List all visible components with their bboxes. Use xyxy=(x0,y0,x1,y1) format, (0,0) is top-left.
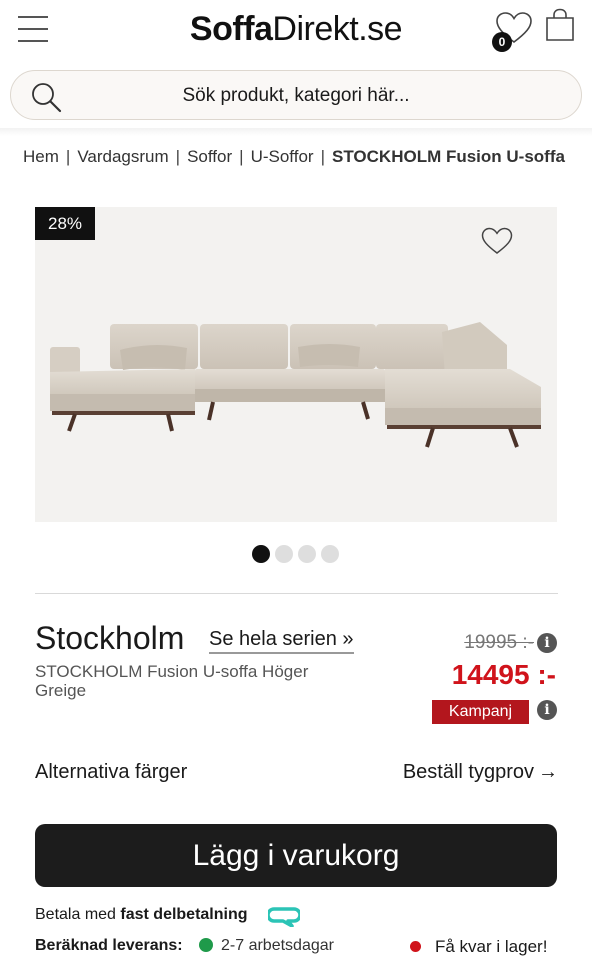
delivery-time: 2-7 arbetsdagar xyxy=(221,937,334,954)
logo-light-text: Direkt.se xyxy=(272,10,403,48)
stock-status: Få kvar i lager! xyxy=(435,937,548,956)
breadcrumb-item-vardagsrum[interactable]: Vardagsrum xyxy=(77,147,168,166)
payment-prefix: Betala med xyxy=(35,906,121,923)
wishlist-button[interactable]: 0 xyxy=(492,8,532,52)
carousel-dot[interactable] xyxy=(321,545,339,563)
breadcrumb-current: STOCKHOLM Fusion U-soffa Höger Greige xyxy=(332,147,568,166)
logo-bold-text: Soffa xyxy=(189,10,273,48)
breadcrumb-item-u-soffor[interactable]: U-Soffor xyxy=(251,147,314,166)
discount-badge: 28% xyxy=(35,207,95,240)
installment-icon xyxy=(268,907,300,927)
search-bar[interactable]: Sök produkt, kategori här... xyxy=(10,70,582,120)
old-price: 19995 :- xyxy=(464,632,534,653)
stock-status-dot xyxy=(410,941,421,952)
carousel-dot[interactable] xyxy=(298,545,316,563)
breadcrumb-separator: | xyxy=(320,147,325,166)
payment-method[interactable]: fast delbetalning xyxy=(120,906,247,923)
header-divider xyxy=(0,128,592,136)
shopping-bag-icon[interactable] xyxy=(544,8,576,42)
wishlist-count-badge: 0 xyxy=(492,32,512,52)
breadcrumb-separator: | xyxy=(65,147,71,166)
breadcrumb-item-soffor[interactable]: Soffor xyxy=(187,147,232,166)
fabric-sample-label: Beställ tygprov xyxy=(402,761,534,783)
delivery-label: Beräknad leverans: xyxy=(35,937,183,954)
search-placeholder[interactable]: Sök produkt, kategori här... xyxy=(11,85,581,107)
section-divider xyxy=(35,593,558,594)
breadcrumb-separator: | xyxy=(175,147,181,166)
heart-outline-icon[interactable] xyxy=(480,226,514,256)
series-link[interactable]: Se hela serien » xyxy=(209,628,354,654)
breadcrumb-separator: | xyxy=(239,147,244,166)
sofa-illustration xyxy=(50,322,541,448)
image-carousel-dots xyxy=(252,545,339,563)
breadcrumb: Hem | Vardagsrum | Soffor | U-Soffor | STOCKHOLM… xyxy=(23,147,568,167)
campaign-badge: Kampanj xyxy=(432,700,529,724)
info-icon[interactable]: i xyxy=(537,633,557,653)
carousel-dot[interactable] xyxy=(275,545,293,563)
product-subtitle: STOCKHOLM Fusion U-soffa Höger Greige xyxy=(35,662,309,700)
product-image[interactable] xyxy=(35,207,557,522)
add-to-cart-button[interactable]: Lägg i varukorg xyxy=(35,824,557,887)
payment-info: Betala med fast delbetalning xyxy=(35,906,248,924)
breadcrumb-item-hem[interactable]: Hem xyxy=(23,147,59,166)
arrow-right-icon: → xyxy=(538,761,558,783)
product-name: Stockholm xyxy=(35,620,185,656)
delivery-status-dot xyxy=(199,938,213,952)
order-fabric-sample-link[interactable]: Beställ tygprov → xyxy=(403,761,558,784)
current-price: 14495 :- xyxy=(451,659,556,690)
carousel-dot[interactable] xyxy=(252,545,270,563)
info-icon[interactable]: i xyxy=(537,700,557,720)
site-header: SoffaDirekt.se 0 xyxy=(0,0,592,62)
alternative-colors-link[interactable]: Alternativa färger xyxy=(35,761,187,784)
